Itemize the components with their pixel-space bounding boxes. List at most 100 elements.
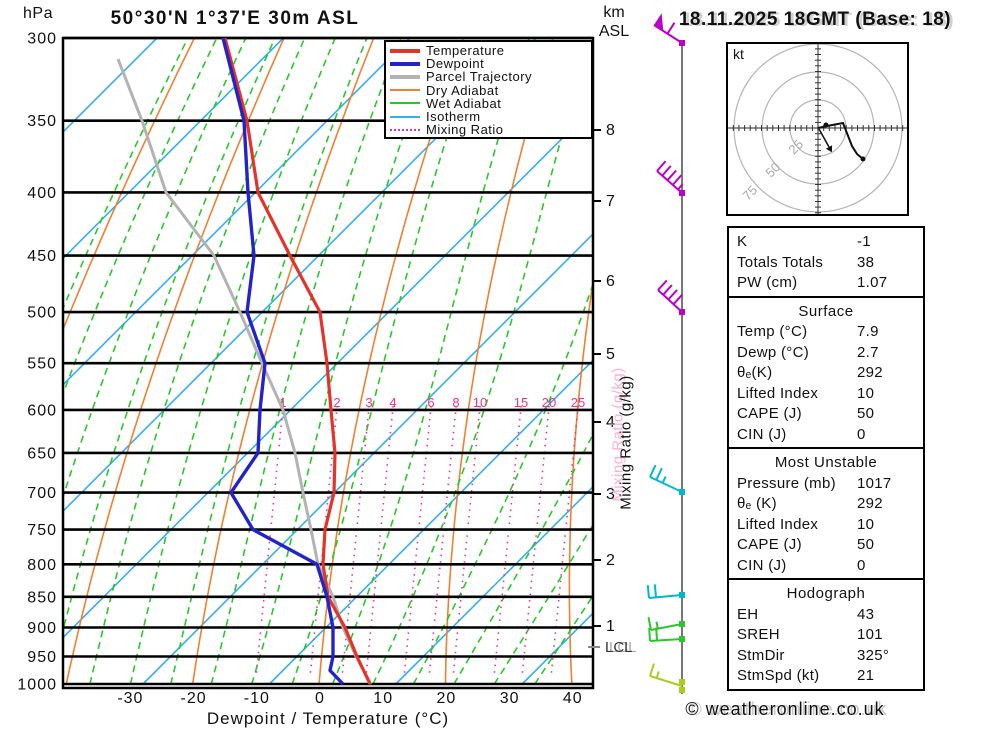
hodograph: 255075kt	[726, 42, 909, 216]
table-section-header: Hodograph	[786, 585, 866, 602]
run-date-title: 18.11.2025 18GMT (Base: 18)	[678, 9, 952, 30]
legend-item: Temperature	[390, 43, 591, 58]
table-row: Lifted Index 10	[737, 515, 915, 536]
table-row-label: CIN (J)	[737, 425, 787, 443]
station-title: 50°30'N 1°37'E 30m ASL	[110, 8, 360, 29]
lcl-marker-label: LCL	[605, 639, 633, 656]
svg-text:450: 450	[27, 248, 57, 265]
table-row: CIN (J) 0	[737, 425, 915, 446]
table-row-label: θₑ (K)	[737, 495, 777, 512]
svg-text:6: 6	[606, 273, 615, 290]
table-row-value: 2.7	[857, 343, 879, 361]
svg-text:30: 30	[500, 690, 520, 707]
legend-item: Dewpoint	[390, 56, 591, 71]
table-row-value: 1.07	[857, 274, 888, 291]
table-row-value: 292	[857, 495, 883, 512]
svg-text:8: 8	[606, 122, 615, 139]
table-row: K -1	[737, 232, 915, 253]
svg-text:10: 10	[473, 395, 487, 410]
legend-line-sample	[390, 115, 420, 118]
table-row-value: 50	[857, 536, 875, 553]
svg-text:50: 50	[762, 159, 783, 180]
table-row-value: 10	[857, 384, 875, 402]
svg-text:900: 900	[27, 620, 57, 637]
table-row-value: 325°	[857, 646, 890, 664]
table-row-label: K	[737, 233, 748, 250]
table-row: StmDir 325°	[737, 646, 915, 667]
sounding-profiles	[116, 38, 373, 686]
table-row-label: Lifted Index	[737, 515, 819, 533]
table-row-value: 7.9	[857, 323, 879, 340]
legend-item-label: Mixing Ratio	[426, 122, 504, 138]
table-row-value: -1	[857, 233, 871, 250]
table-row-value: 21	[857, 667, 875, 684]
table-row: CIN (J) 0	[737, 556, 915, 577]
legend-item: Parcel Trajectory	[390, 69, 591, 84]
svg-text:2: 2	[606, 552, 615, 569]
svg-text:500: 500	[27, 305, 57, 322]
svg-text:6: 6	[427, 395, 434, 410]
table-row: PW (cm) 1.07	[737, 273, 915, 294]
table-row-label: Lifted Index	[737, 384, 819, 402]
svg-text:850: 850	[27, 589, 57, 606]
wind-barb	[657, 279, 684, 313]
legend-item: Isotherm	[390, 109, 591, 124]
svg-text:-10: -10	[244, 690, 270, 707]
table-row-label: SREH	[737, 626, 780, 643]
table-section: K -1 Totals Totals 38 PW (cm) 1.07	[727, 226, 925, 298]
svg-text:25: 25	[785, 136, 806, 157]
table-row: θₑ (K) 292	[737, 494, 915, 515]
table-row-value: 1017	[857, 474, 892, 492]
legend-line-sample	[390, 89, 420, 92]
table-row: StmSpd (kt) 21	[737, 666, 915, 687]
wind-barb	[646, 584, 683, 599]
storm-motion-arrow	[818, 128, 830, 148]
pressure-unit-label: hPa	[23, 5, 53, 22]
table-row-value: 292	[857, 364, 883, 381]
table-row: CAPE (J) 50	[737, 404, 915, 425]
svg-text:400: 400	[27, 185, 57, 202]
table-row-label: CAPE (J)	[737, 536, 802, 553]
svg-text:350: 350	[27, 113, 57, 130]
svg-text:20: 20	[542, 395, 556, 410]
table-row: Totals Totals 38	[737, 253, 915, 274]
legend-item: Wet Adiabat	[390, 96, 591, 111]
legend-line-sample	[390, 102, 420, 105]
table-row-value: 38	[857, 253, 875, 271]
table-row-label: StmDir	[737, 646, 785, 664]
table-section-header: Most Unstable	[774, 454, 878, 471]
table-row: SREH 101	[737, 625, 915, 646]
table-row-value: 43	[857, 605, 875, 623]
svg-text:2: 2	[333, 395, 340, 410]
table-section: Hodograph EH 43 SREH 101 StmDir 325° StmSpd (kt…	[727, 578, 925, 691]
table-row-label: Pressure (mb)	[737, 474, 836, 492]
svg-text:10: 10	[373, 690, 393, 707]
legend-line-sample	[390, 48, 420, 53]
wind-barb	[649, 464, 683, 493]
table-row: Temp (°C) 7.9	[737, 322, 915, 343]
svg-text:-30: -30	[117, 690, 143, 707]
table-section: Most Unstable Pressure (mb) 1017 θₑ (K) 292 L…	[727, 447, 925, 580]
svg-text:800: 800	[27, 557, 57, 574]
svg-text:7: 7	[606, 193, 615, 210]
table-row: Pressure (mb) 1017	[737, 474, 915, 495]
svg-text:1: 1	[606, 618, 615, 635]
table-row-value: 50	[857, 405, 875, 422]
svg-text:4: 4	[389, 395, 396, 410]
svg-text:15: 15	[514, 395, 528, 410]
table-row-value: 0	[857, 556, 866, 574]
svg-text:700: 700	[27, 485, 57, 502]
table-section-header: Surface	[798, 302, 854, 320]
svg-text:40: 40	[563, 690, 583, 707]
svg-text:0: 0	[315, 690, 325, 707]
svg-text:1000: 1000	[17, 677, 57, 694]
svg-text:950: 950	[27, 649, 57, 666]
table-section: Surface Temp (°C) 7.9 Dewp (°C) 2.7 θₑ(K) 292 L…	[727, 295, 925, 449]
legend-line-sample	[390, 74, 420, 79]
table-row-label: StmSpd (kt)	[737, 667, 820, 684]
wind-barb	[656, 160, 684, 194]
table-row-label: Totals Totals	[737, 253, 824, 271]
table-row-label: CAPE (J)	[737, 405, 802, 422]
hodograph-unit-label: kt	[733, 46, 744, 62]
legend-item: Mixing Ratio	[390, 122, 591, 138]
